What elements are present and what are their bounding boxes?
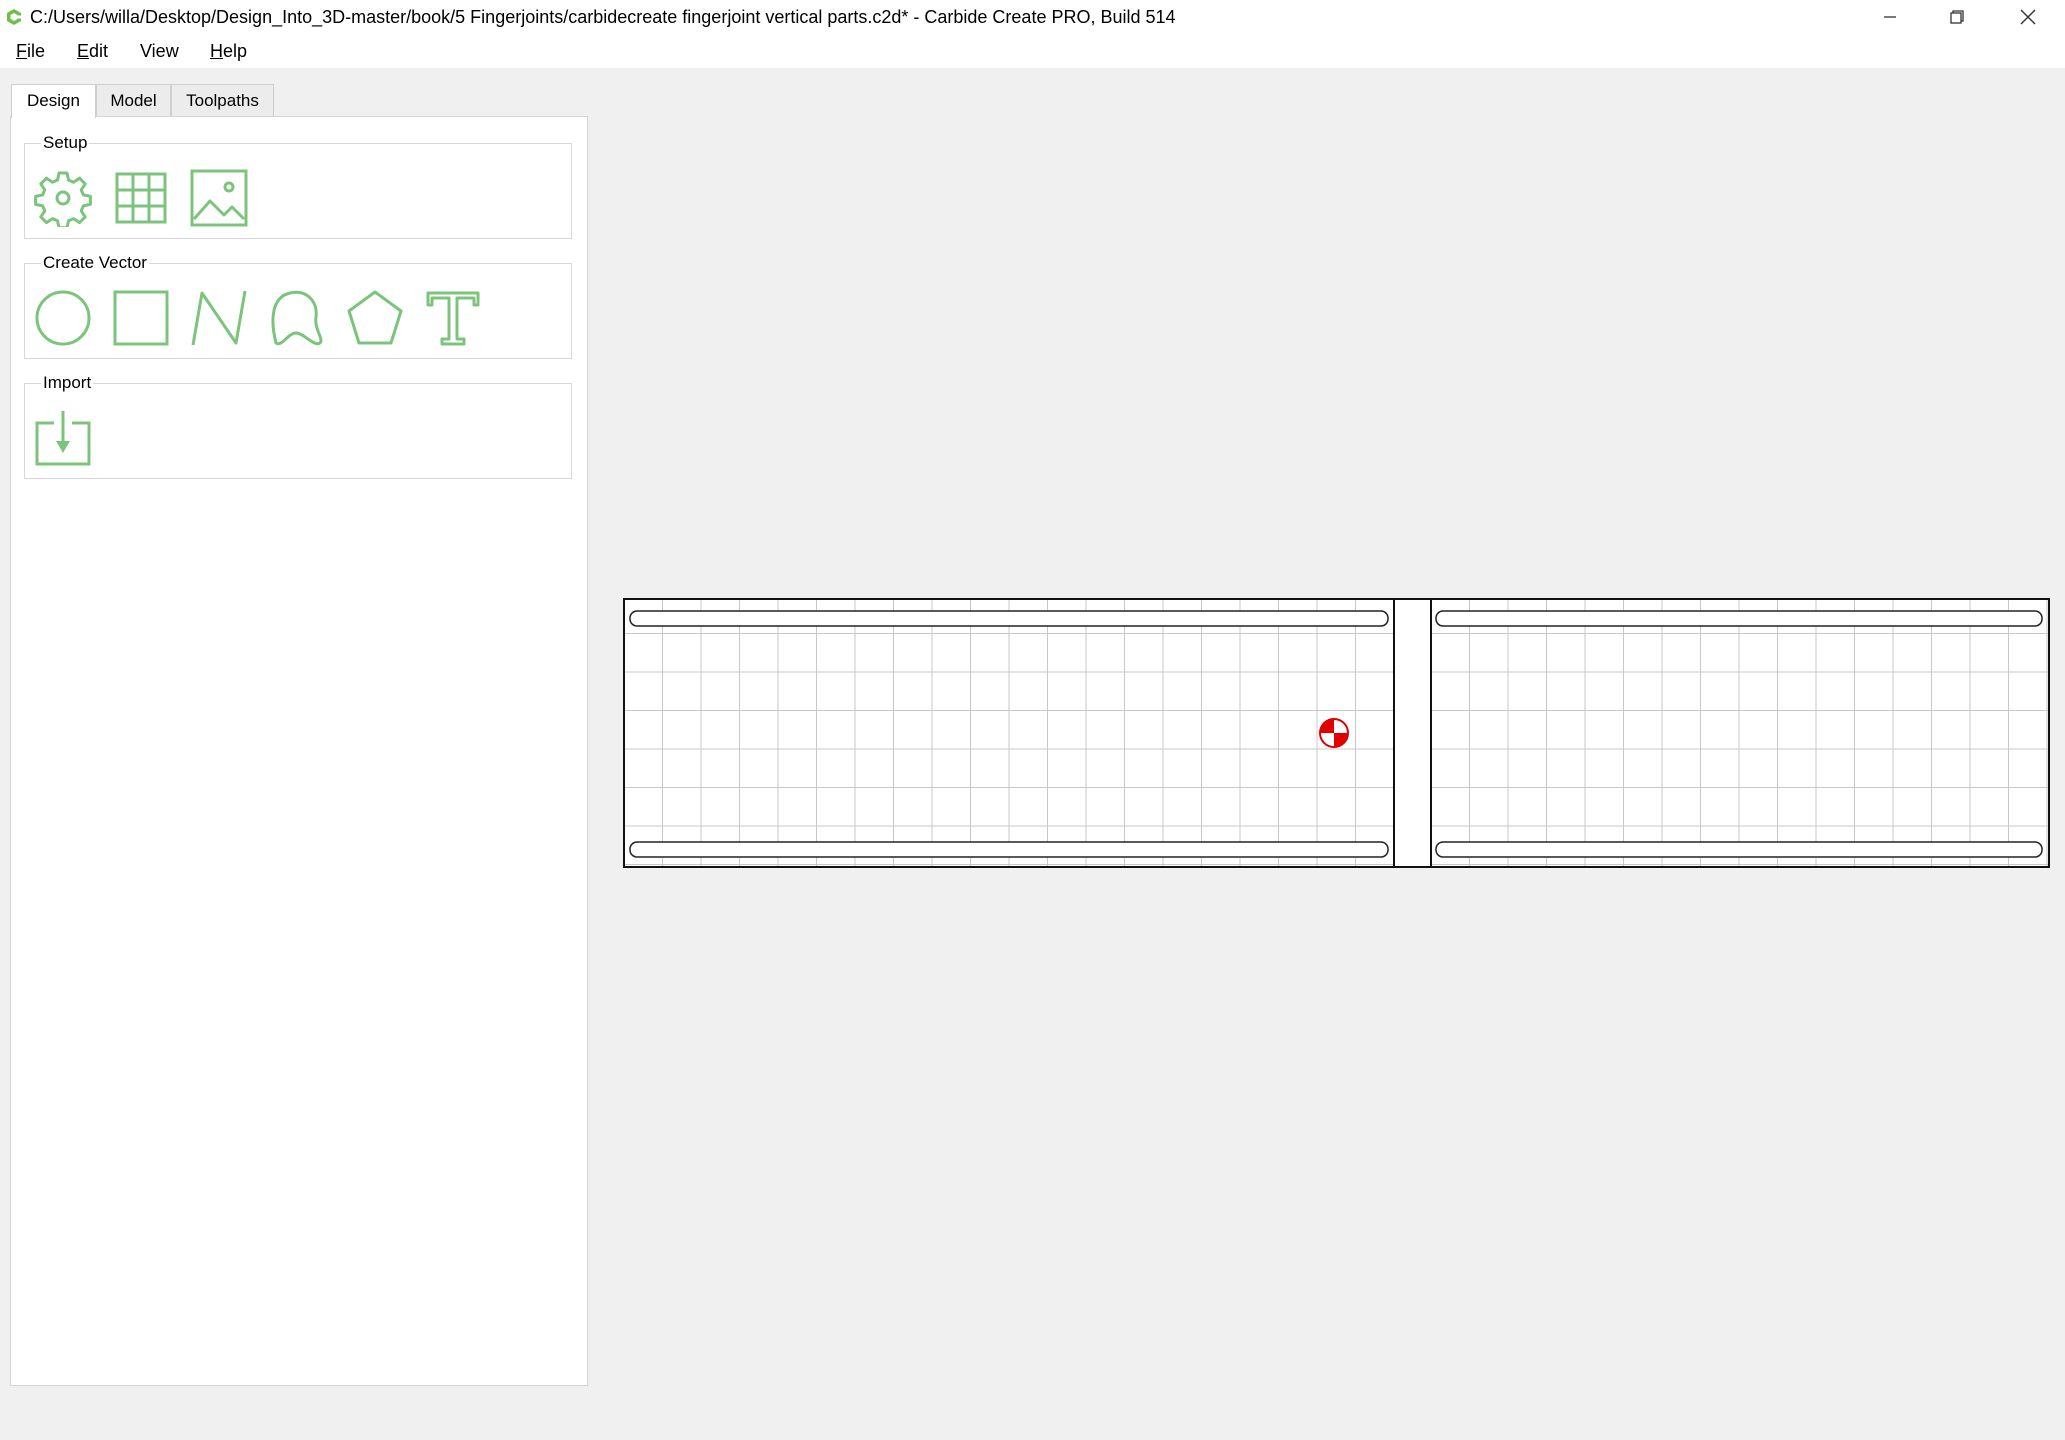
menu-view[interactable]: View xyxy=(138,39,181,63)
gear-icon xyxy=(34,171,92,227)
image-icon xyxy=(190,169,248,227)
origin-marker-icon xyxy=(1319,718,1349,748)
menu-edit[interactable]: Edit xyxy=(75,39,110,63)
text-icon xyxy=(426,291,480,346)
grid-icon xyxy=(115,172,167,224)
create-vector-group: Create Vector xyxy=(24,253,572,359)
title-bar: C:/Users/willa/Desktop/Design_Into_3D-ma… xyxy=(0,0,2065,34)
window-title: C:/Users/willa/Desktop/Design_Into_3D-ma… xyxy=(30,7,1176,27)
menu-file[interactable]: File xyxy=(14,39,47,63)
polyline-icon xyxy=(191,290,247,346)
close-icon xyxy=(2020,9,2036,25)
create-circle-button[interactable] xyxy=(33,288,93,348)
import-vectors-button[interactable] xyxy=(33,408,93,468)
circle-icon xyxy=(35,290,91,346)
create-vector-group-title: Create Vector xyxy=(41,253,149,273)
restore-icon xyxy=(1950,10,1964,24)
slot-right-bottom[interactable] xyxy=(1435,841,2043,858)
setup-group: Setup xyxy=(24,133,572,239)
minimize-button[interactable] xyxy=(1857,0,1923,34)
slot-left-bottom[interactable] xyxy=(629,841,1389,858)
tab-toolpaths[interactable]: Toolpaths xyxy=(171,84,274,117)
create-curve-button[interactable] xyxy=(267,288,327,348)
create-polyline-button[interactable] xyxy=(189,288,249,348)
minimize-icon xyxy=(1884,16,1896,18)
design-panel: Setup Create Vector Import xyxy=(10,116,588,1386)
create-polygon-button[interactable] xyxy=(345,288,405,348)
create-text-button[interactable] xyxy=(423,288,483,348)
menu-bar: File Edit View Help xyxy=(0,34,2065,68)
grid-left xyxy=(624,599,1394,867)
design-canvas[interactable] xyxy=(589,68,2065,1440)
tab-design[interactable]: Design xyxy=(11,84,96,118)
carbide-create-logo-icon xyxy=(7,9,22,25)
setup-group-title: Setup xyxy=(41,133,90,153)
import-group-title: Import xyxy=(41,373,94,393)
import-icon xyxy=(35,411,91,466)
polygon-icon xyxy=(347,290,403,345)
curve-icon xyxy=(271,290,323,346)
rectangle-icon xyxy=(113,290,169,346)
menu-help[interactable]: Help xyxy=(208,39,249,63)
background-image-button[interactable] xyxy=(189,168,249,228)
grid-setup-button[interactable] xyxy=(111,168,171,228)
canvas-drawing xyxy=(623,598,2050,868)
import-group: Import xyxy=(24,373,572,479)
slot-right-top[interactable] xyxy=(1435,610,2043,627)
job-setup-button[interactable] xyxy=(33,168,93,228)
slot-left-top[interactable] xyxy=(629,610,1389,627)
create-rectangle-button[interactable] xyxy=(111,288,171,348)
close-button[interactable] xyxy=(1995,0,2061,34)
tab-model[interactable]: Model xyxy=(96,84,171,117)
restore-button[interactable] xyxy=(1924,0,1990,34)
